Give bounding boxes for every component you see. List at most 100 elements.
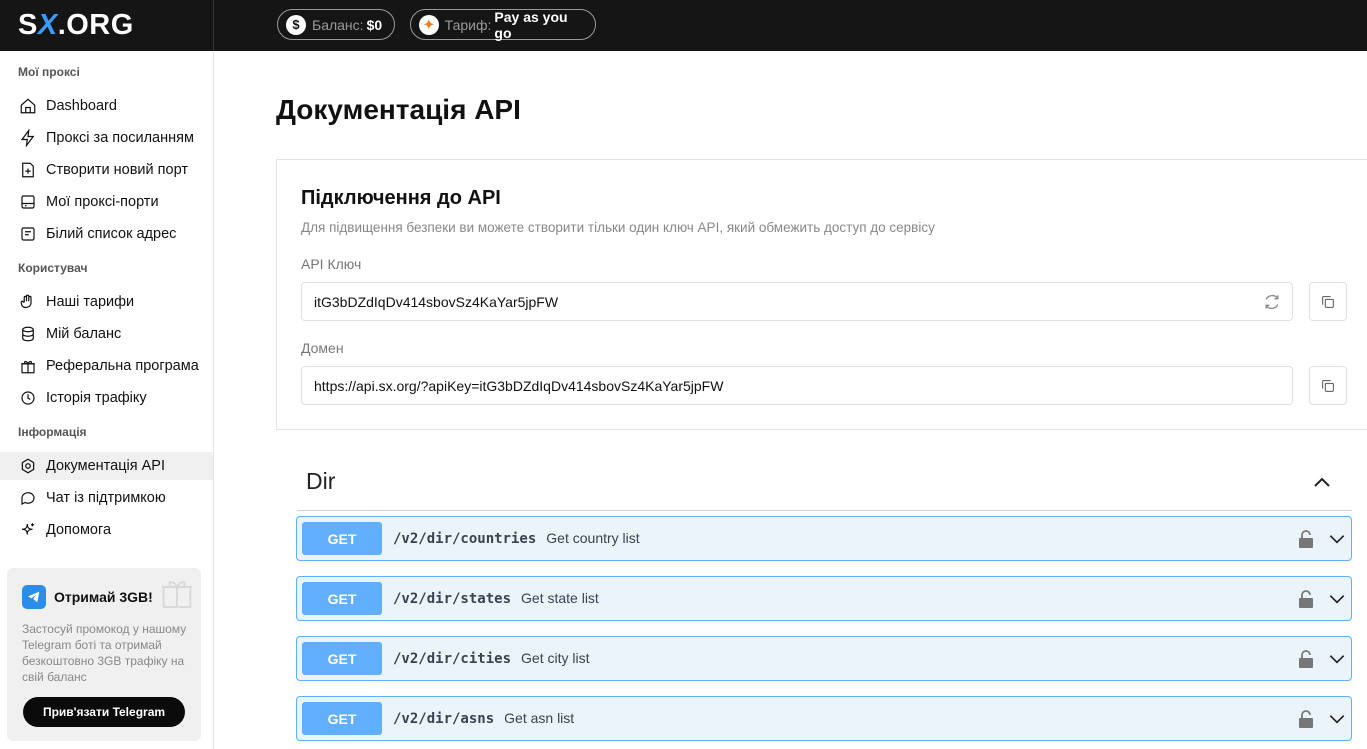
- promo-title-text: Отримай 3GB!: [54, 589, 153, 605]
- tariff-value: Pay as you go: [494, 8, 568, 41]
- sidebar-item-label: Допомога: [46, 522, 112, 538]
- logo-text-s: S: [18, 9, 38, 41]
- top-bar: SX.ORG $ Баланс: $0 ✦ Тариф: Pay as you …: [0, 0, 1367, 51]
- api-connection-card: Підключення до API Для підвищення безпек…: [276, 159, 1367, 430]
- history-icon: [18, 388, 38, 408]
- copy-api-key-button[interactable]: [1309, 282, 1347, 321]
- operation-summary: Get asn list: [504, 710, 575, 726]
- regenerate-key-icon[interactable]: [1262, 292, 1282, 312]
- chat-icon: [18, 488, 38, 508]
- operation-path-text: /v2/dir/asns: [393, 711, 495, 727]
- page-title: Документація API: [276, 94, 521, 125]
- sidebar-item-dashboard[interactable]: Dashboard: [0, 92, 213, 120]
- home-icon: [18, 96, 38, 116]
- section-title-my-proxies: Мої проксі: [18, 65, 80, 79]
- copy-icon: [1322, 295, 1334, 308]
- operation-row[interactable]: GET /v2/dir/states Get state list: [296, 576, 1352, 621]
- method-badge: GET: [302, 582, 382, 615]
- sidebar-item-label: Реферальна програма: [46, 358, 199, 374]
- hand-icon: [18, 292, 38, 312]
- api-key-label: API Ключ: [301, 256, 362, 272]
- api-card-description: Для підвищення безпеки ви можете створит…: [301, 220, 935, 235]
- lock-icon[interactable]: [1298, 649, 1314, 669]
- tariff-pill[interactable]: ✦ Тариф: Pay as you go: [410, 8, 596, 41]
- operation-row[interactable]: GET /v2/dir/cities Get city list: [296, 636, 1352, 681]
- operation-row[interactable]: GET /v2/dir/asns Get asn list: [296, 696, 1352, 741]
- sidebar-item-referral[interactable]: Реферальна програма: [0, 352, 213, 380]
- sidebar-item-my-ports[interactable]: Мої проксі-порти: [0, 188, 213, 216]
- dollar-icon: $: [286, 14, 306, 35]
- sidebar-item-balance[interactable]: Мій баланс: [0, 320, 213, 348]
- sidebar-item-whitelist[interactable]: Білий список адрес: [0, 220, 213, 248]
- api-card-title: Підключення до API: [301, 187, 501, 209]
- chevron-down-icon[interactable]: [1327, 649, 1347, 669]
- sidebar-item-proxy-by-link[interactable]: Проксі за посиланням: [0, 124, 213, 152]
- section-title-dir[interactable]: Dir: [306, 468, 335, 495]
- sidebar-item-label: Історія трафіку: [46, 390, 147, 406]
- logo[interactable]: SX.ORG: [18, 9, 143, 41]
- operation-path: /v2/dir/countries Get country list: [393, 530, 640, 547]
- operation-summary: Get state list: [521, 590, 599, 606]
- method-badge: GET: [302, 702, 382, 735]
- copy-icon: [1322, 379, 1334, 392]
- domain-label: Домен: [301, 340, 344, 356]
- sidebar-item-support-chat[interactable]: Чат із підтримкою: [0, 484, 213, 512]
- lock-icon[interactable]: [1298, 589, 1314, 609]
- balance-label: Баланс:: [312, 16, 364, 33]
- operation-path: /v2/dir/cities Get city list: [393, 650, 589, 667]
- link-telegram-button[interactable]: Прив'язати Telegram: [23, 697, 185, 727]
- operation-path-text: /v2/dir/cities: [393, 651, 512, 667]
- section-divider: [297, 510, 1352, 511]
- balance-value: $0: [366, 16, 383, 33]
- sidebar-item-label: Проксі за посиланням: [46, 130, 194, 146]
- operation-path: /v2/dir/states Get state list: [393, 590, 599, 607]
- telegram-promo-card: Отримай 3GB! Застосуй промокод у нашому …: [7, 568, 201, 741]
- promo-text: Застосуй промокод у нашому Telegram боті…: [22, 622, 187, 684]
- file-plus-icon: [18, 160, 38, 180]
- bolt-icon: [18, 128, 38, 148]
- gift-icon: [18, 356, 38, 376]
- sidebar-item-api-docs[interactable]: Документація API: [0, 452, 213, 480]
- operation-path-text: /v2/dir/states: [393, 591, 512, 607]
- api-key-field[interactable]: itG3bDZdIqDv414sbovSz4KaYar5jpFW: [301, 282, 1293, 321]
- domain-value: https://api.sx.org/?apiKey=itG3bDZdIqDv4…: [314, 377, 724, 394]
- section-title-info: Інформація: [18, 425, 87, 439]
- sidebar-item-label: Мій баланс: [46, 326, 122, 342]
- chevron-down-icon[interactable]: [1327, 589, 1347, 609]
- promo-title: Отримай 3GB!: [22, 585, 153, 609]
- operation-summary: Get city list: [521, 650, 590, 666]
- api-docs-icon: [18, 456, 38, 476]
- lock-icon[interactable]: [1298, 709, 1314, 729]
- sidebar-item-label: Білий список адрес: [46, 226, 177, 242]
- operation-path: /v2/dir/asns Get asn list: [393, 710, 574, 727]
- domain-field[interactable]: https://api.sx.org/?apiKey=itG3bDZdIqDv4…: [301, 366, 1293, 405]
- operation-summary: Get country list: [546, 530, 640, 546]
- topbar-divider: [213, 0, 214, 51]
- tariff-icon: ✦: [419, 14, 439, 35]
- balance-pill[interactable]: $ Баланс: $0: [277, 9, 395, 40]
- operation-row[interactable]: GET /v2/dir/countries Get country list: [296, 516, 1352, 561]
- chevron-down-icon[interactable]: [1327, 529, 1347, 549]
- chevron-up-icon[interactable]: [1310, 471, 1334, 495]
- logo-text-x: X: [37, 9, 58, 41]
- whitelist-icon: [18, 224, 38, 244]
- copy-domain-button[interactable]: [1309, 366, 1347, 405]
- method-badge: GET: [302, 642, 382, 675]
- sidebar-item-label: Dashboard: [46, 98, 117, 114]
- sidebar-item-label: Створити новий порт: [46, 162, 188, 178]
- sidebar-item-create-port[interactable]: Створити новий порт: [0, 156, 213, 184]
- chevron-down-icon[interactable]: [1327, 709, 1347, 729]
- lock-icon[interactable]: [1298, 529, 1314, 549]
- operation-path-text: /v2/dir/countries: [393, 531, 537, 547]
- sidebar-item-help[interactable]: Допомога: [0, 516, 213, 544]
- api-key-value: itG3bDZdIqDv414sbovSz4KaYar5jpFW: [314, 293, 559, 310]
- sidebar: Мої проксі Dashboard Проксі за посилання…: [0, 51, 214, 749]
- gift-decor-icon: [162, 581, 192, 608]
- ports-icon: [18, 192, 38, 212]
- sidebar-item-traffic-history[interactable]: Історія трафіку: [0, 384, 213, 412]
- database-icon: [18, 324, 38, 344]
- sidebar-item-tariffs[interactable]: Наші тарифи: [0, 288, 213, 316]
- sidebar-item-label: Документація API: [46, 458, 166, 474]
- section-title-user: Користувач: [18, 261, 88, 275]
- tariff-label: Тариф:: [444, 16, 492, 33]
